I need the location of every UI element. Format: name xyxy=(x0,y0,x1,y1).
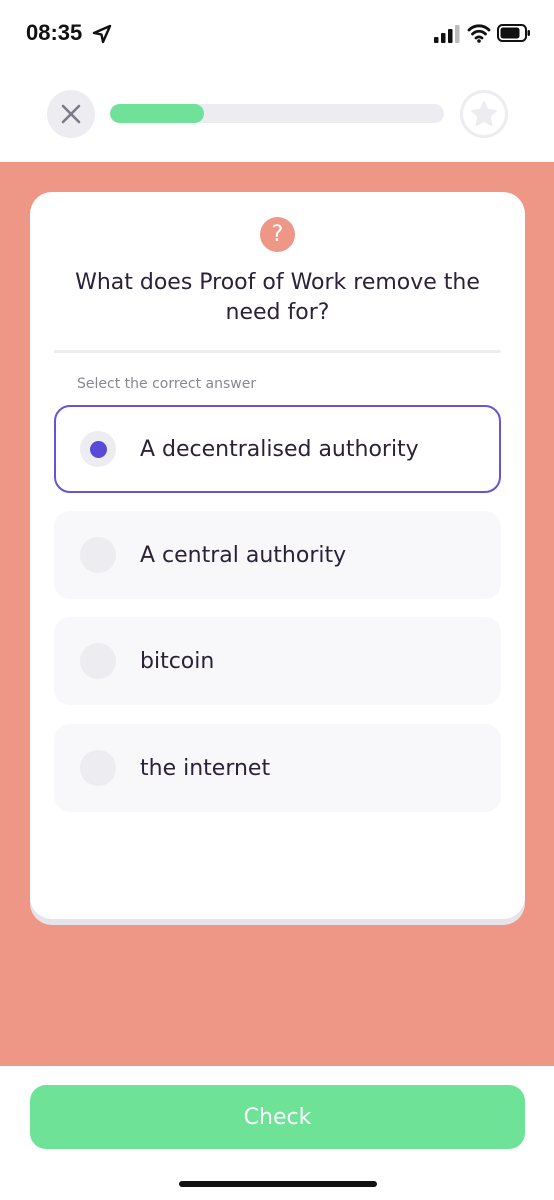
progress-bar xyxy=(110,104,444,123)
answer-label: A decentralised authority xyxy=(140,436,419,462)
question-title: What does Proof of Work remove the need … xyxy=(75,270,480,325)
question-mark-icon: ? xyxy=(260,217,295,252)
location-arrow-icon xyxy=(92,24,112,44)
question-card: ? What does Proof of Work remove the nee… xyxy=(30,192,525,919)
status-time: 08:35 xyxy=(26,20,83,45)
radio-button[interactable] xyxy=(80,643,116,679)
answer-option-2[interactable]: A central authority xyxy=(54,511,501,599)
wifi-icon xyxy=(467,24,491,43)
answer-option-3[interactable]: bitcoin xyxy=(54,617,501,705)
close-button[interactable] xyxy=(47,90,95,138)
status-bar: 08:35 xyxy=(0,0,554,70)
radio-button-selected[interactable] xyxy=(80,431,116,467)
quiz-header xyxy=(0,70,554,162)
help-symbol: ? xyxy=(271,221,284,247)
quiz-content: ? What does Proof of Work remove the nee… xyxy=(0,162,554,1066)
star-icon xyxy=(471,101,497,126)
check-button[interactable]: Check xyxy=(30,1085,525,1149)
radio-dot xyxy=(89,440,107,458)
star-button[interactable] xyxy=(460,90,508,138)
radio-button[interactable] xyxy=(80,537,116,573)
battery-icon xyxy=(497,24,530,42)
bottom-bar: Check xyxy=(0,1066,554,1200)
instruction-text: Select the correct answer xyxy=(77,376,257,392)
divider xyxy=(54,350,501,353)
radio-button[interactable] xyxy=(80,750,116,786)
answer-label: A central authority xyxy=(140,542,347,568)
home-indicator xyxy=(179,1181,377,1187)
close-icon xyxy=(61,104,81,124)
answer-option-4[interactable]: the internet xyxy=(54,724,501,812)
answer-label: bitcoin xyxy=(140,648,215,674)
signal-icon xyxy=(434,25,460,43)
answer-option-1[interactable]: A decentralised authority xyxy=(54,405,501,493)
progress-fill xyxy=(110,104,204,123)
answer-label: the internet xyxy=(140,755,271,781)
